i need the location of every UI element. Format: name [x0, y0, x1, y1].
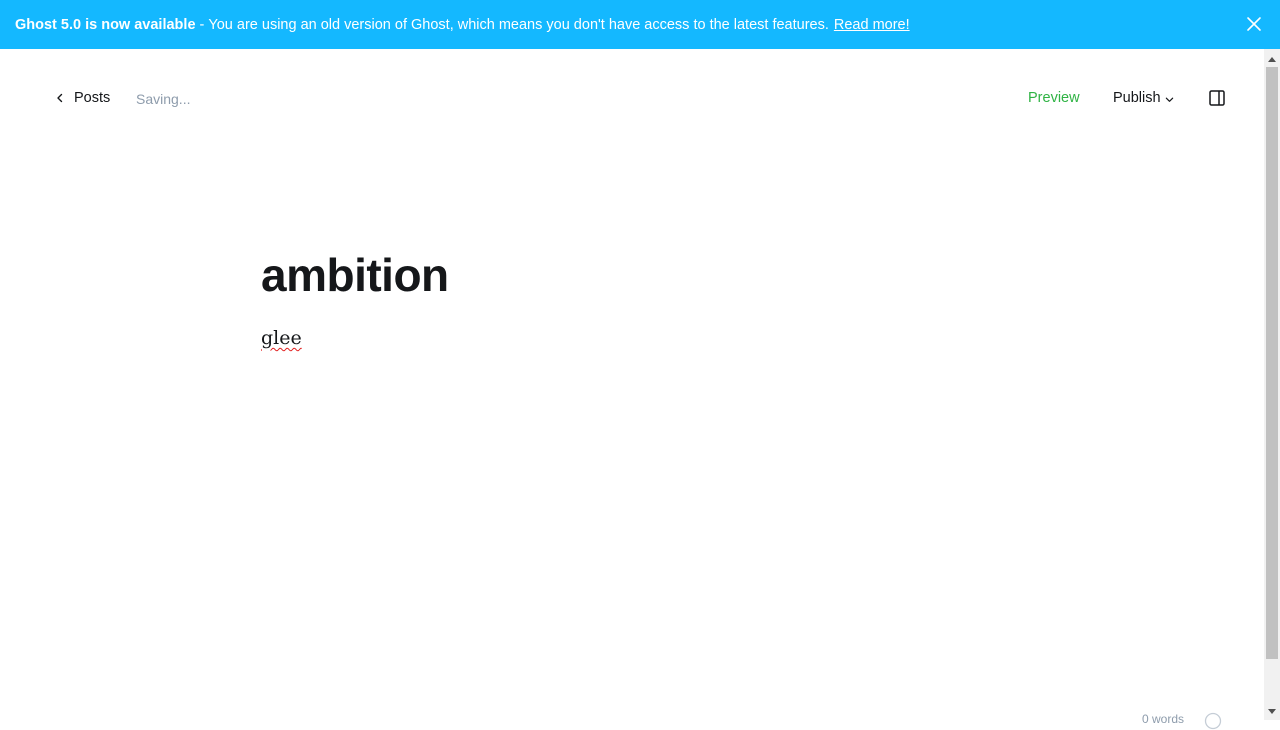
sidebar-toggle-icon[interactable]	[1208, 89, 1226, 107]
close-icon[interactable]	[1246, 16, 1262, 32]
chevron-left-icon	[57, 93, 63, 103]
banner-separator: -	[195, 16, 209, 33]
read-more-link[interactable]: Read more!	[834, 17, 910, 33]
back-to-posts-link[interactable]: Posts	[55, 90, 110, 106]
editor-header: Posts Saving... Preview Publish	[0, 49, 1264, 149]
scrollbar[interactable]	[1264, 49, 1280, 720]
back-label: Posts	[74, 90, 111, 106]
help-icon[interactable]	[1204, 712, 1222, 730]
preview-button[interactable]: Preview	[1028, 90, 1080, 106]
update-banner: Ghost 5.0 is now available - You are usi…	[0, 0, 1280, 49]
scroll-down-icon[interactable]	[1264, 704, 1280, 720]
publish-label: Publish	[1113, 90, 1161, 106]
word-count: 0 words	[1142, 712, 1185, 726]
post-title[interactable]: ambition	[261, 248, 449, 303]
save-status: Saving...	[136, 91, 191, 107]
chevron-down-icon	[1165, 97, 1173, 102]
scroll-up-icon[interactable]	[1264, 51, 1280, 67]
post-body-text: glee	[261, 327, 302, 349]
post-body-editor[interactable]: glee	[261, 327, 302, 349]
banner-headline: Ghost 5.0 is now available	[15, 16, 196, 33]
scrollbar-thumb[interactable]	[1266, 67, 1278, 659]
banner-message: You are using an old version of Ghost, w…	[208, 16, 829, 33]
publish-button[interactable]: Publish	[1113, 90, 1174, 106]
